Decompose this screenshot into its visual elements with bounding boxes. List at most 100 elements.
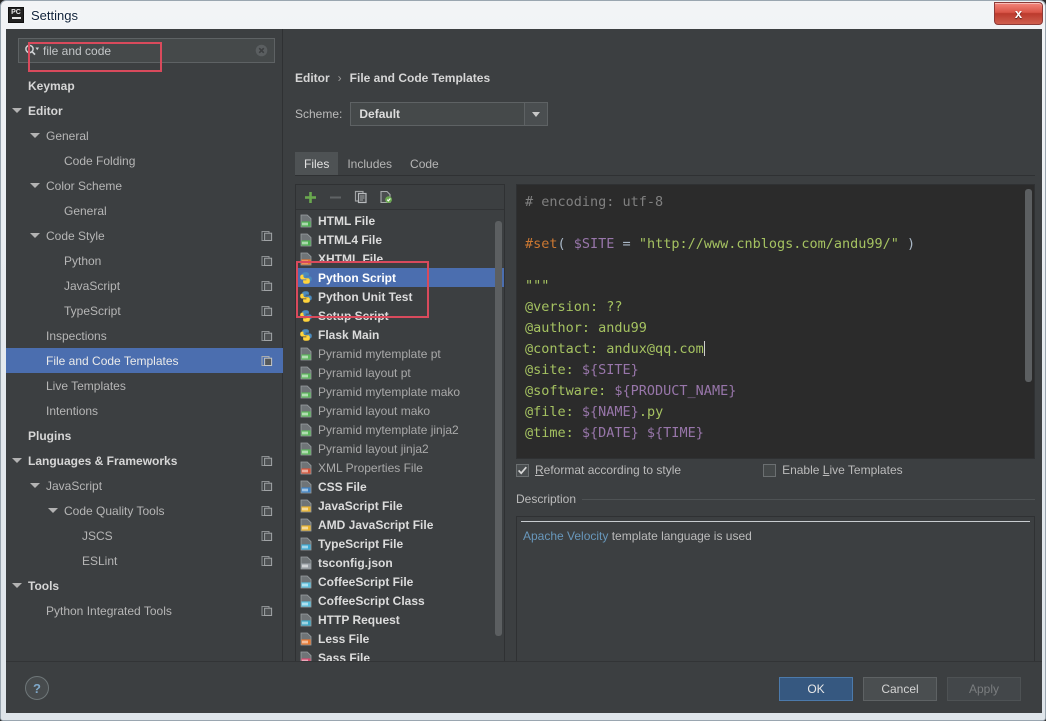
json-file-icon bbox=[299, 556, 313, 570]
template-list-item[interactable]: Pyramid layout jinja2 bbox=[296, 439, 504, 458]
reset-icon[interactable] bbox=[378, 190, 393, 205]
template-list-item[interactable]: HTTP Request bbox=[296, 610, 504, 629]
less-file-icon bbox=[299, 632, 313, 646]
project-scope-icon bbox=[261, 230, 273, 242]
templates-list-toolbar[interactable] bbox=[296, 185, 504, 210]
sidebar-item-general[interactable]: General bbox=[6, 123, 283, 148]
template-list-item[interactable]: CoffeeScript Class bbox=[296, 591, 504, 610]
tab-files[interactable]: Files bbox=[295, 152, 339, 175]
sidebar-item-label: Editor bbox=[28, 103, 63, 118]
template-list-item[interactable]: Python Script bbox=[296, 268, 504, 287]
sidebar-item-file-and-code-templates[interactable]: File and Code Templates bbox=[6, 348, 283, 373]
scheme-select[interactable]: Default bbox=[350, 102, 549, 126]
template-list-item[interactable]: XML Properties File bbox=[296, 458, 504, 477]
expand-arrow-icon[interactable] bbox=[11, 580, 22, 591]
reformat-checkbox[interactable]: Reformat according to style bbox=[516, 463, 681, 477]
project-scope-icon bbox=[261, 530, 273, 542]
sidebar-item-intentions[interactable]: Intentions bbox=[6, 398, 283, 423]
templates-tabs[interactable]: Files Includes Code bbox=[295, 151, 1035, 176]
template-list-item[interactable]: Pyramid mytemplate mako bbox=[296, 382, 504, 401]
template-code-editor[interactable]: # encoding: utf-8 #set( $SITE = "http://… bbox=[516, 184, 1035, 459]
scheme-row: Scheme: Default bbox=[295, 102, 549, 126]
copy-icon[interactable] bbox=[353, 190, 368, 205]
template-list-item[interactable]: Pyramid layout mako bbox=[296, 401, 504, 420]
live-templates-checkbox[interactable]: Enable Live Templates bbox=[763, 463, 903, 477]
templates-list[interactable]: HTML File HTML4 File XHTML File Python Scri… bbox=[296, 211, 504, 672]
description-label: Description bbox=[516, 492, 583, 506]
cancel-button[interactable]: Cancel bbox=[863, 677, 937, 701]
sidebar-item-editor[interactable]: Editor bbox=[6, 98, 283, 123]
pycharm-icon: PC bbox=[8, 7, 24, 23]
template-list-item[interactable]: HTML4 File bbox=[296, 230, 504, 249]
apache-velocity-link[interactable]: Apache Velocity bbox=[523, 529, 608, 543]
template-list-item[interactable]: JavaScript File bbox=[296, 496, 504, 515]
python-file-icon bbox=[299, 290, 313, 304]
sidebar-item-code-folding[interactable]: Code Folding bbox=[6, 148, 283, 173]
template-list-item[interactable]: HTML File bbox=[296, 211, 504, 230]
sidebar-item-inspections[interactable]: Inspections bbox=[6, 323, 283, 348]
sidebar-item-code-quality-tools[interactable]: Code Quality Tools bbox=[6, 498, 283, 523]
editor-scrollbar[interactable] bbox=[1025, 189, 1032, 453]
expand-arrow-icon[interactable] bbox=[47, 505, 58, 516]
settings-tree[interactable]: Keymap Editor General Code Folding Color Sch… bbox=[6, 73, 283, 659]
sidebar-item-eslint[interactable]: ESLint bbox=[6, 548, 283, 573]
sidebar-item-javascript[interactable]: JavaScript bbox=[6, 473, 283, 498]
clear-icon[interactable] bbox=[255, 44, 268, 57]
template-name: Pyramid mytemplate pt bbox=[318, 346, 441, 361]
sidebar-item-jscs[interactable]: JSCS bbox=[6, 523, 283, 548]
expand-arrow-icon[interactable] bbox=[11, 105, 22, 116]
sidebar-item-general[interactable]: General bbox=[6, 198, 283, 223]
sidebar-item-python-integrated-tools[interactable]: Python Integrated Tools bbox=[6, 598, 283, 623]
settings-sidebar: file and code Keymap Editor General Code Fo… bbox=[6, 29, 283, 661]
sidebar-item-javascript[interactable]: JavaScript bbox=[6, 273, 283, 298]
sidebar-item-python[interactable]: Python bbox=[6, 248, 283, 273]
template-list-item[interactable]: tsconfig.json bbox=[296, 553, 504, 572]
sidebar-item-languages-frameworks[interactable]: Languages & Frameworks bbox=[6, 448, 283, 473]
templates-list-scrollbar[interactable] bbox=[495, 213, 502, 668]
breadcrumb-parent[interactable]: Editor bbox=[295, 71, 330, 85]
sidebar-item-plugins[interactable]: Plugins bbox=[6, 423, 283, 448]
sidebar-item-label: Code Style bbox=[46, 228, 105, 243]
template-name: Setup Script bbox=[318, 308, 389, 323]
template-list-item[interactable]: Pyramid mytemplate jinja2 bbox=[296, 420, 504, 439]
tab-code[interactable]: Code bbox=[401, 152, 448, 175]
help-button[interactable]: ? bbox=[25, 676, 49, 700]
sidebar-item-tools[interactable]: Tools bbox=[6, 573, 283, 598]
tpl-file-icon bbox=[299, 442, 313, 456]
apply-button[interactable]: Apply bbox=[947, 677, 1021, 701]
sidebar-item-label: JavaScript bbox=[64, 278, 121, 293]
sidebar-item-keymap[interactable]: Keymap bbox=[6, 73, 283, 98]
expand-arrow-icon[interactable] bbox=[29, 180, 40, 191]
template-list-item[interactable]: TypeScript File bbox=[296, 534, 504, 553]
template-list-item[interactable]: Setup Script bbox=[296, 306, 504, 325]
search-input[interactable]: file and code bbox=[18, 38, 275, 63]
expand-arrow-icon[interactable] bbox=[11, 455, 22, 466]
sidebar-item-label: Plugins bbox=[28, 428, 72, 443]
template-list-item[interactable]: Pyramid layout pt bbox=[296, 363, 504, 382]
sidebar-item-code-style[interactable]: Code Style bbox=[6, 223, 283, 248]
template-list-item[interactable]: Less File bbox=[296, 629, 504, 648]
expand-arrow-icon[interactable] bbox=[29, 480, 40, 491]
template-list-item[interactable]: CSS File bbox=[296, 477, 504, 496]
ok-button[interactable]: OK bbox=[779, 677, 853, 701]
project-scope-icon bbox=[261, 480, 273, 492]
expand-arrow-icon[interactable] bbox=[29, 130, 40, 141]
add-icon[interactable] bbox=[303, 190, 318, 205]
tab-includes[interactable]: Includes bbox=[338, 152, 401, 175]
expand-arrow-icon[interactable] bbox=[29, 230, 40, 241]
sidebar-item-typescript[interactable]: TypeScript bbox=[6, 298, 283, 323]
sidebar-item-color-scheme[interactable]: Color Scheme bbox=[6, 173, 283, 198]
template-list-item[interactable]: CoffeeScript File bbox=[296, 572, 504, 591]
template-list-item[interactable]: Python Unit Test bbox=[296, 287, 504, 306]
template-list-item[interactable]: XHTML File bbox=[296, 249, 504, 268]
template-name: XHTML File bbox=[318, 251, 384, 266]
template-list-item[interactable]: AMD JavaScript File bbox=[296, 515, 504, 534]
close-button[interactable]: x bbox=[994, 2, 1043, 25]
chevron-down-icon[interactable] bbox=[524, 103, 548, 125]
template-list-item[interactable]: Pyramid mytemplate pt bbox=[296, 344, 504, 363]
template-name: Less File bbox=[318, 631, 370, 646]
template-list-item[interactable]: Flask Main bbox=[296, 325, 504, 344]
sidebar-item-live-templates[interactable]: Live Templates bbox=[6, 373, 283, 398]
template-name: Python Script bbox=[318, 270, 397, 285]
